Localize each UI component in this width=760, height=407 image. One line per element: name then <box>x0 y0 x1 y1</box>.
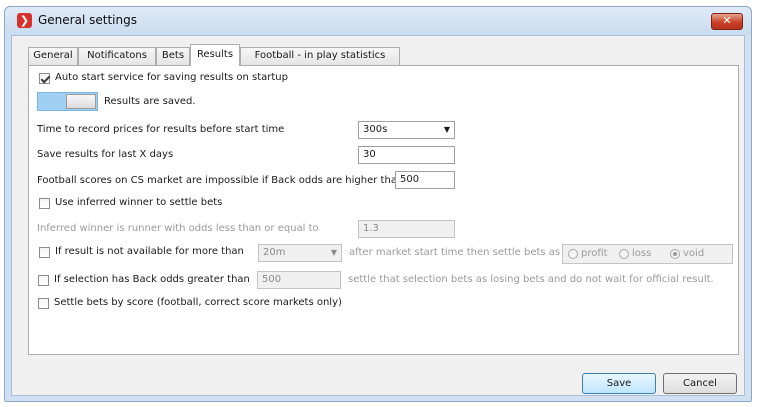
time-to-record-value: 300s <box>363 124 388 135</box>
back-odds-suffix-label: settle that selection bets as losing bet… <box>348 274 714 285</box>
results-tab-panel: Auto start service for saving results on… <box>28 65 739 355</box>
save-button[interactable]: Save <box>582 373 656 394</box>
radio-void[interactable] <box>670 249 680 259</box>
inferred-odds-label: Inferred winner is runner with odds less… <box>37 223 319 234</box>
tab-bets[interactable]: Bets <box>156 47 190 65</box>
dropdown-arrow-icon: ▼ <box>330 248 337 257</box>
radio-profit[interactable] <box>568 249 578 259</box>
results-status-text: Results are saved. <box>104 96 196 107</box>
cs-market-odds-input[interactable]: 500 <box>395 171 455 189</box>
after-start-label: after market start time then settle bets… <box>349 247 561 258</box>
result-unavailable-label: If result is not available for more than <box>55 246 244 257</box>
radio-void-label: void <box>683 248 705 259</box>
settle-as-radio-group: profit loss void <box>562 244 733 264</box>
back-odds-checkbox[interactable] <box>38 275 49 286</box>
inferred-odds-input[interactable]: 1.3 <box>358 220 455 238</box>
window-title: General settings <box>38 13 137 27</box>
toggle-knob[interactable] <box>66 94 96 109</box>
result-unavailable-checkbox[interactable] <box>39 247 50 258</box>
inferred-winner-label: Use inferred winner to settle bets <box>55 197 223 208</box>
auto-start-label: Auto start service for saving results on… <box>55 72 288 83</box>
radio-loss-label: loss <box>632 248 652 259</box>
result-unavailable-select[interactable]: 20m ▼ <box>258 244 342 262</box>
results-saving-toggle[interactable] <box>37 92 98 111</box>
back-odds-label: If selection has Back odds greater than <box>54 274 250 285</box>
tab-football-in-play-statistics[interactable]: Football - in play statistics <box>240 47 400 65</box>
dropdown-arrow-icon: ▼ <box>443 125 450 134</box>
settle-by-score-checkbox[interactable] <box>38 298 49 309</box>
dialog-body: General Notificatons Bets Results Footba… <box>11 35 745 396</box>
cancel-button[interactable]: Cancel <box>663 373 737 394</box>
radio-profit-label: profit <box>581 248 608 259</box>
settle-by-score-label: Settle bets by score (football, correct … <box>54 297 342 308</box>
radio-loss[interactable] <box>619 249 629 259</box>
app-logo-icon: ❯ <box>17 13 32 28</box>
tab-results[interactable]: Results <box>190 44 240 66</box>
back-odds-input[interactable]: 500 <box>257 271 341 289</box>
title-bar: ❯ General settings ✕ <box>5 7 751 35</box>
save-results-days-input[interactable]: 30 <box>358 146 455 164</box>
save-results-label: Save results for last X days <box>37 149 174 160</box>
cs-market-label: Football scores on CS market are impossi… <box>37 175 404 186</box>
tab-general[interactable]: General <box>28 47 78 65</box>
time-to-record-select[interactable]: 300s ▼ <box>358 121 455 139</box>
settings-window: ❯ General settings ✕ General Notificaton… <box>4 6 752 402</box>
result-unavailable-value: 20m <box>263 247 286 258</box>
close-button[interactable]: ✕ <box>711 13 743 30</box>
tab-notifications[interactable]: Notificatons <box>78 47 156 65</box>
time-to-record-label: Time to record prices for results before… <box>37 124 285 135</box>
auto-start-checkbox[interactable] <box>39 73 50 84</box>
inferred-winner-checkbox[interactable] <box>39 198 50 209</box>
